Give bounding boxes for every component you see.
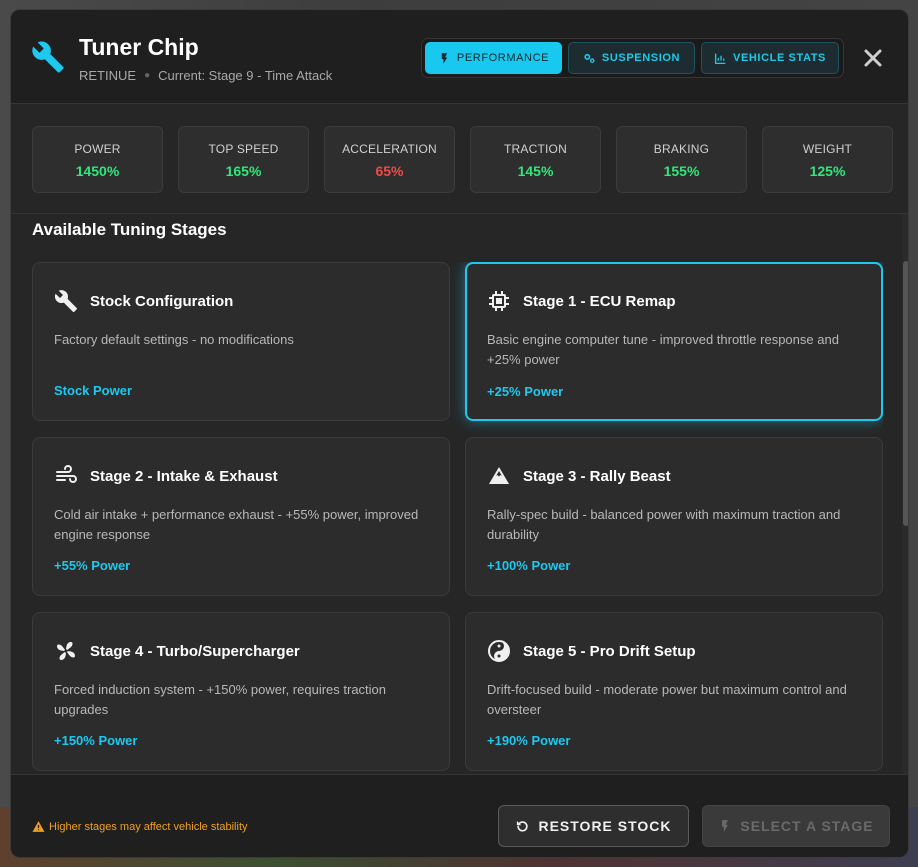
stage-description: Factory default settings - no modificati… bbox=[54, 332, 294, 347]
stat-braking: BRAKING 155% bbox=[616, 126, 747, 193]
stage-card-3[interactable]: Stage 3 - Rally Beast Rally-spec build -… bbox=[465, 437, 883, 596]
fan-icon bbox=[57, 642, 75, 660]
section-title: Available Tuning Stages bbox=[32, 220, 227, 239]
stats-row: POWER 1450% TOP SPEED 165% ACCELERATION … bbox=[32, 126, 893, 193]
separator-dot: ● bbox=[144, 70, 151, 81]
bolt-icon bbox=[722, 820, 729, 832]
stage-description: Cold air intake + performance exhaust - … bbox=[54, 507, 419, 542]
tab-suspension[interactable]: SUSPENSION bbox=[568, 42, 695, 74]
stability-warning: Higher stages may affect vehicle stabili… bbox=[32, 820, 248, 833]
stage-power: +25% Power bbox=[487, 384, 564, 399]
close-icon[interactable] bbox=[861, 46, 885, 70]
stage-power: Stock Power bbox=[54, 383, 133, 398]
wind-icon bbox=[56, 465, 77, 483]
scrollbar[interactable] bbox=[902, 214, 908, 774]
vehicle-name: RETINUE bbox=[79, 68, 137, 83]
undo-icon bbox=[517, 820, 529, 832]
stage-title: Stage 4 - Turbo/Supercharger bbox=[90, 643, 300, 660]
bolt-icon bbox=[441, 52, 448, 64]
stat-top-speed: TOP SPEED 165% bbox=[178, 126, 309, 193]
stage-description: Drift-focused build - moderate power but… bbox=[487, 682, 847, 717]
gears-icon bbox=[584, 53, 595, 63]
modal-footer: Higher stages may affect vehicle stabili… bbox=[11, 774, 908, 857]
chart-icon bbox=[714, 53, 726, 64]
stage-title: Stage 1 - ECU Remap bbox=[523, 293, 676, 310]
tuner-chip-modal: Tuner Chip RETINUE ● Current: Stage 9 - … bbox=[10, 9, 909, 858]
stage-description: Rally-spec build - balanced power with m… bbox=[487, 507, 841, 542]
stage-title: Stock Configuration bbox=[90, 293, 234, 310]
stage-title: Stage 2 - Intake & Exhaust bbox=[90, 468, 278, 485]
modal-title: Tuner Chip bbox=[79, 34, 199, 60]
wrench-icon bbox=[54, 290, 77, 312]
modal-subtitle: RETINUE ● Current: Stage 9 - Time Attack bbox=[79, 68, 332, 83]
stage-card-1[interactable]: Stage 1 - ECU Remap Basic engine compute… bbox=[465, 262, 883, 421]
chip-icon bbox=[489, 291, 509, 311]
tab-vehicle-stats[interactable]: VEHICLE STATS bbox=[701, 42, 839, 74]
select-stage-button[interactable]: SELECT A STAGE bbox=[702, 805, 890, 847]
stage-title: Stage 5 - Pro Drift Setup bbox=[523, 643, 696, 660]
mountain-icon bbox=[489, 467, 509, 484]
stage-description: Forced induction system - +150% power, r… bbox=[54, 682, 387, 717]
stat-weight: WEIGHT 125% bbox=[762, 126, 893, 193]
stage-card-2[interactable]: Stage 2 - Intake & Exhaust Cold air inta… bbox=[32, 437, 450, 596]
stat-power: POWER 1450% bbox=[32, 126, 163, 193]
stage-power: +150% Power bbox=[54, 733, 138, 748]
stage-card-stock[interactable]: Stock Configuration Factory default sett… bbox=[32, 262, 450, 421]
divider bbox=[11, 213, 908, 214]
stage-power: +190% Power bbox=[487, 733, 571, 748]
stage-card-5[interactable]: Stage 5 - Pro Drift Setup Drift-focused … bbox=[465, 612, 883, 771]
stage-power: +55% Power bbox=[54, 558, 131, 573]
warning-icon bbox=[32, 821, 45, 832]
stage-title: Stage 3 - Rally Beast bbox=[523, 468, 671, 485]
stage-description: Basic engine computer tune - improved th… bbox=[487, 332, 839, 367]
modal-header: Tuner Chip RETINUE ● Current: Stage 9 - … bbox=[11, 10, 908, 104]
current-stage: Current: Stage 9 - Time Attack bbox=[158, 68, 333, 83]
restore-stock-button[interactable]: RESTORE STOCK bbox=[498, 805, 689, 847]
stage-power: +100% Power bbox=[487, 558, 571, 573]
yin-yang-icon bbox=[488, 640, 510, 662]
tab-performance[interactable]: PERFORMANCE bbox=[425, 42, 562, 74]
scroll-thumb[interactable] bbox=[903, 261, 908, 526]
stage-list: Stock Configuration Factory default sett… bbox=[32, 262, 883, 774]
tab-bar: PERFORMANCE SUSPENSION VEHICLE STATS bbox=[421, 38, 844, 78]
wrench-icon bbox=[32, 41, 64, 73]
stat-acceleration: ACCELERATION 65% bbox=[324, 126, 455, 193]
stat-traction: TRACTION 145% bbox=[470, 126, 601, 193]
stage-card-4[interactable]: Stage 4 - Turbo/Supercharger Forced indu… bbox=[32, 612, 450, 771]
